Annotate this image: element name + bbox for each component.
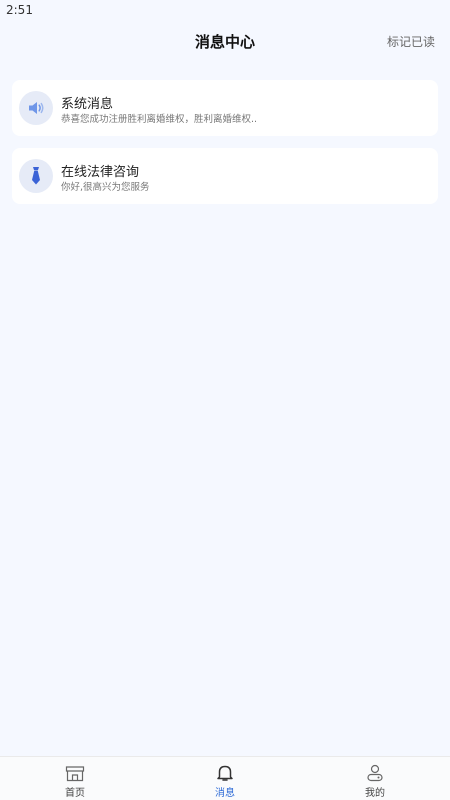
speaker-icon (29, 102, 44, 114)
page-title: 消息中心 (194, 33, 255, 51)
message-title: 在线法律咨询 (61, 165, 140, 180)
bell-icon (215, 764, 235, 782)
tab-label: 我的 (365, 788, 385, 799)
message-avatar (19, 91, 53, 125)
user-icon (365, 764, 385, 782)
tab-home[interactable]: 首页 (0, 757, 150, 800)
tab-mine[interactable]: 我的 (300, 757, 450, 800)
tab-messages[interactable]: 消息 (150, 757, 300, 800)
message-preview: 恭喜您成功注册胜利离婚维权，胜利离婚维权.. (61, 114, 258, 125)
bottom-tab-bar: 首页 消息 我的 (0, 756, 450, 800)
message-preview: 你好,很高兴为您服务 (61, 182, 150, 193)
message-item-system[interactable]: 系统消息 恭喜您成功注册胜利离婚维权，胜利离婚维权.. (12, 80, 438, 136)
tab-label: 消息 (215, 788, 235, 799)
status-bar: 2:51 (0, 0, 450, 22)
tie-icon (32, 167, 40, 185)
message-item-legal-consult[interactable]: 在线法律咨询 你好,很高兴为您服务 (12, 148, 438, 204)
home-icon (65, 764, 85, 782)
screen: 2:51 消息中心 标记已读 系统消息 恭喜您成功注册胜利离婚维权，胜利离婚维权… (0, 0, 450, 800)
status-time: 2:51 (6, 3, 33, 17)
tab-label: 首页 (65, 788, 85, 799)
header: 消息中心 标记已读 (0, 22, 450, 58)
message-title: 系统消息 (61, 97, 114, 112)
message-avatar (19, 159, 53, 193)
mark-read-button[interactable]: 标记已读 (387, 33, 435, 50)
